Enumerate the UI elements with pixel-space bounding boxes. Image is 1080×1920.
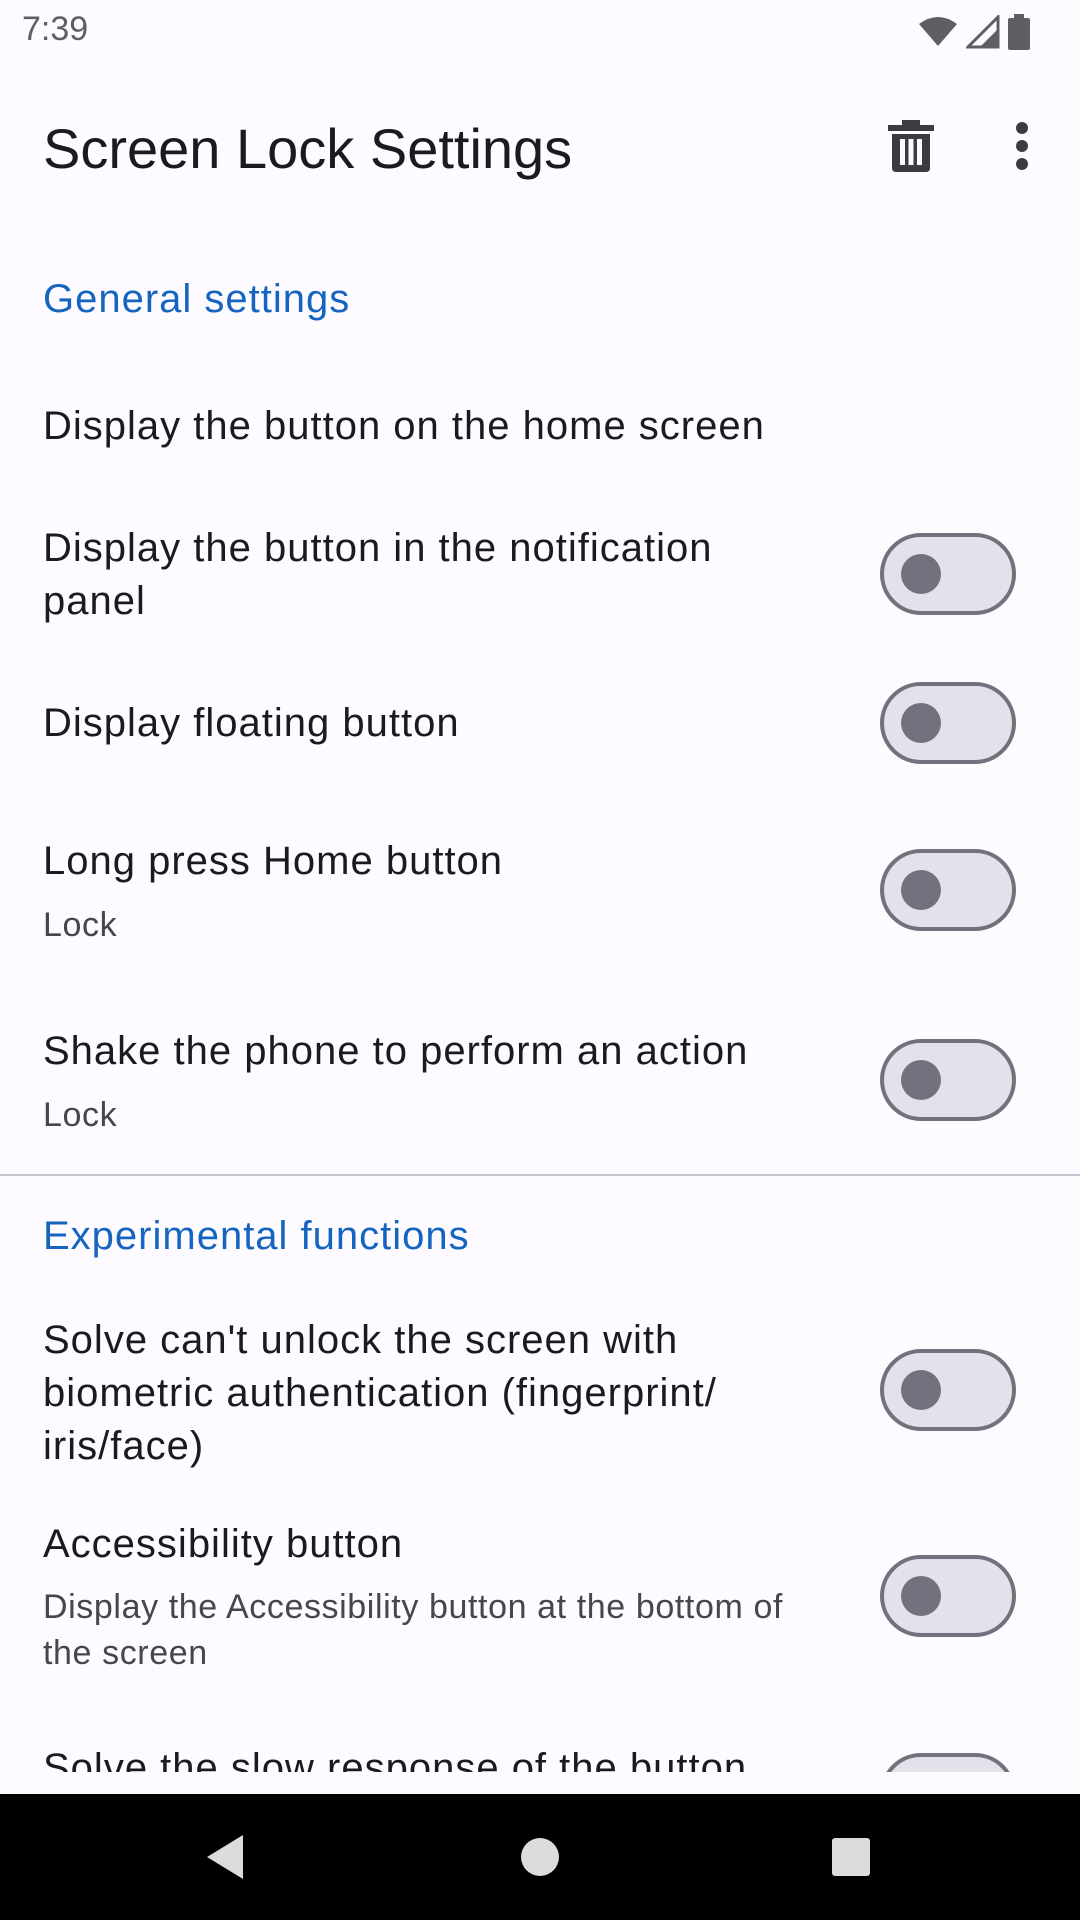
pref-biometric-unlock-fix[interactable]: Solve can't unlock the screen with biome… <box>0 1290 1080 1490</box>
pref-floating-button[interactable]: Display floating button <box>0 673 1080 773</box>
floating-button-switch[interactable] <box>880 682 1016 764</box>
pref-summary: Lock <box>43 1096 118 1134</box>
slow-response-switch[interactable] <box>880 1753 1016 1772</box>
pref-notification-panel-button[interactable]: Display the button in the notification p… <box>0 500 1080 650</box>
switch-thumb <box>901 1576 941 1616</box>
section-header-experimental: Experimental functions <box>43 1214 470 1258</box>
switch-thumb <box>901 1060 941 1100</box>
pref-accessibility-button[interactable]: Accessibility button Display the Accessi… <box>0 1496 1080 1696</box>
back-icon <box>207 1835 243 1879</box>
section-header-general: General settings <box>43 277 351 321</box>
pref-title: Display floating button <box>43 701 460 745</box>
pref-title: Long press Home button <box>43 839 504 883</box>
switch-thumb <box>901 1370 941 1410</box>
recents-button[interactable] <box>808 1814 894 1900</box>
switch-thumb <box>901 554 941 594</box>
accessibility-button-switch[interactable] <box>880 1555 1016 1637</box>
home-button[interactable] <box>497 1814 583 1900</box>
home-icon <box>521 1838 559 1876</box>
switch-thumb <box>901 870 941 910</box>
pref-title: Display the button in the notification p… <box>43 526 713 623</box>
pref-summary: Lock <box>43 906 118 944</box>
back-button[interactable] <box>182 1814 268 1900</box>
navigation-bar <box>0 1794 1080 1920</box>
pref-title: Solve the slow response of the button <box>43 1746 748 1772</box>
pref-title: Display the button on the home screen <box>43 404 765 448</box>
pref-slow-response-fix[interactable]: Solve the slow response of the button <box>0 1720 1080 1772</box>
pref-home-screen-button[interactable]: Display the button on the home screen <box>0 378 1080 474</box>
pref-title: Accessibility button <box>43 1522 404 1566</box>
recents-icon <box>832 1838 870 1876</box>
pref-shake-phone[interactable]: Shake the phone to perform an action Loc… <box>0 1000 1080 1150</box>
switch-thumb <box>901 703 941 743</box>
pref-title: Shake the phone to perform an action <box>43 1029 749 1073</box>
notification-panel-switch[interactable] <box>880 533 1016 615</box>
biometric-unlock-switch[interactable] <box>880 1349 1016 1431</box>
long-press-home-switch[interactable] <box>880 849 1016 931</box>
section-divider <box>0 1174 1080 1176</box>
settings-list[interactable]: General settings Display the button on t… <box>0 0 1080 1772</box>
pref-long-press-home[interactable]: Long press Home button Lock <box>0 810 1080 960</box>
pref-title: Solve can't unlock the screen with biome… <box>43 1318 717 1468</box>
pref-summary: Display the Accessibility button at the … <box>43 1588 783 1672</box>
shake-phone-switch[interactable] <box>880 1039 1016 1121</box>
